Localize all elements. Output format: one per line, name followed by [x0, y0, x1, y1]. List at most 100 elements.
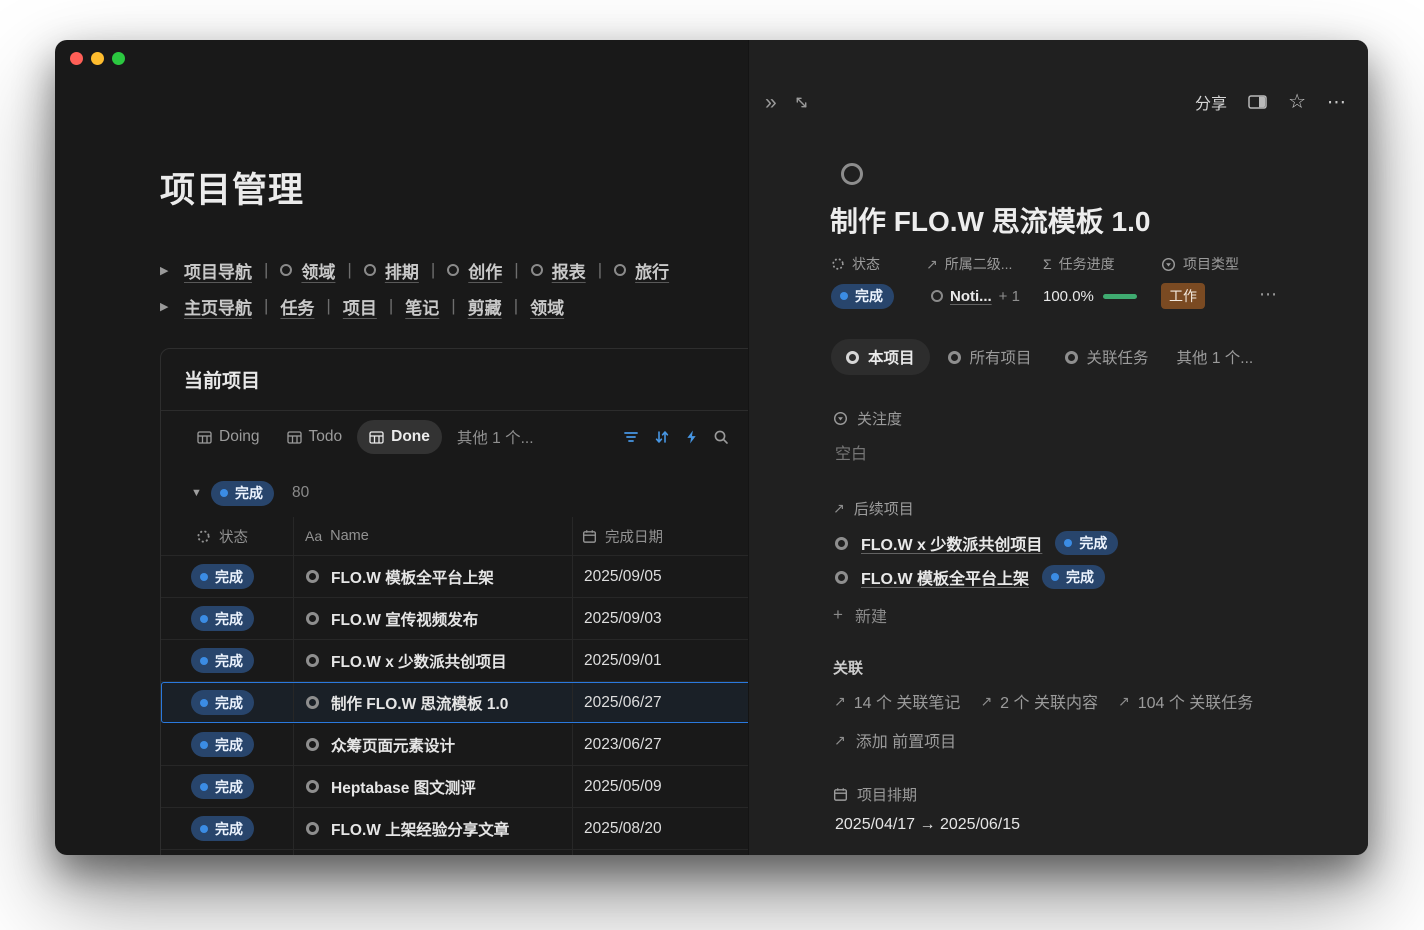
expand-toggle-icon[interactable]: ▶ [160, 300, 184, 313]
page-circle-icon [614, 264, 626, 276]
nav-link-domain[interactable]: 领域 [280, 258, 335, 283]
related-tasks-link[interactable]: ↗ 104 个 关联任务 [1118, 689, 1253, 713]
name-cell[interactable]: FLO.W 宣传视频发布 [294, 598, 573, 639]
followup-item: FLO.W 模板全平台上架 完成 [835, 565, 1105, 589]
status-cell[interactable]: 完成 [161, 724, 294, 765]
nav-link-notes[interactable]: 笔记 [405, 294, 439, 319]
nav-link-creation[interactable]: 创作 [447, 258, 502, 283]
page-circle-icon-large[interactable] [841, 163, 863, 185]
view-tab-doing[interactable]: Doing [185, 420, 272, 454]
column-header-status[interactable]: 状态 [161, 517, 294, 555]
property-value-status[interactable]: 完成 [831, 283, 894, 309]
status-badge: 完成 [1042, 565, 1105, 589]
expand-toggle-icon[interactable]: ▶ [160, 264, 184, 277]
add-predecessor-button[interactable]: ↗ 添加 前置项目 [834, 728, 956, 752]
property-value-progress[interactable]: 100.0% [1043, 283, 1137, 309]
search-icon[interactable] [713, 429, 729, 445]
status-dot [200, 699, 208, 707]
view-tab-done[interactable]: Done [357, 420, 442, 454]
database-title[interactable]: 当前项目 [184, 366, 260, 393]
group-status-badge[interactable]: 完成 [211, 481, 274, 506]
followup-page-link[interactable]: FLO.W 模板全平台上架 [861, 565, 1029, 589]
favorite-star-icon[interactable]: ☆ [1288, 92, 1306, 112]
property-label-focus[interactable]: 关注度 [833, 408, 902, 429]
nav-link-schedule[interactable]: 排期 [364, 258, 419, 283]
name-cell[interactable]: 制作 FLO.W 思流模板 1.0 [294, 682, 573, 723]
nav-link-project-nav[interactable]: 项目导航 [184, 258, 252, 283]
name-cell[interactable]: FLO.W 模板全平台上架 [294, 556, 573, 597]
tab-this-project[interactable]: 本项目 [831, 339, 930, 375]
zoom-button[interactable] [112, 52, 125, 65]
tabs-more[interactable]: 其他 1 个... [1167, 346, 1264, 368]
parent-page-link[interactable]: Noti... [950, 288, 992, 305]
page-circle-icon [948, 351, 961, 364]
related-notes-link[interactable]: ↗ 14 个 关联笔记 [834, 689, 960, 713]
close-peek-icon[interactable]: » [765, 92, 777, 113]
nav-link-clips[interactable]: 剪藏 [468, 294, 502, 319]
nav-link-report[interactable]: 报表 [531, 258, 586, 283]
status-cell[interactable]: 完成 [161, 808, 294, 849]
status-cell[interactable]: 完成 [161, 682, 294, 723]
filter-icon[interactable] [623, 429, 639, 445]
page-circle-icon [447, 264, 459, 276]
followup-page-link[interactable]: FLO.W x 少数派共创项目 [861, 531, 1042, 555]
name-cell[interactable]: 众筹页面元素设计 [294, 724, 573, 765]
collapse-toggle-icon[interactable]: ▼ [191, 487, 211, 499]
peek-page-title[interactable]: 制作 FLO.W 思流模板 1.0 [830, 200, 1150, 240]
nav-link-travel[interactable]: 旅行 [614, 258, 669, 283]
property-label-progress[interactable]: Σ 任务进度 [1043, 254, 1137, 274]
status-cell[interactable]: 完成 [161, 598, 294, 639]
name-cell[interactable]: FLO.W 上架经验分享文章 [294, 808, 573, 849]
property-value-parent[interactable]: Noti... + 1 [931, 283, 1020, 309]
new-followup-button[interactable]: + 新建 [833, 603, 887, 627]
property-label-followups[interactable]: ↗ 后续项目 [833, 498, 914, 519]
view-tab-todo[interactable]: Todo [275, 420, 355, 454]
property-status: 状态 完成 [831, 254, 894, 309]
app-window: 项目管理 ▶ 项目导航 | 领域 | 排期 | 创作 | 报表 | 旅行 ▶ 主… [55, 40, 1368, 855]
nav-separator: | [347, 260, 351, 280]
nav-link-tasks[interactable]: 任务 [280, 294, 314, 319]
property-label-type[interactable]: 项目类型 [1161, 254, 1239, 274]
page-circle-icon [306, 612, 319, 625]
status-dot [200, 783, 208, 791]
related-content-link[interactable]: ↗ 2 个 关联内容 [980, 689, 1098, 713]
close-button[interactable] [70, 52, 83, 65]
expand-page-icon[interactable] [794, 95, 809, 110]
nav-link-projects[interactable]: 项目 [343, 294, 377, 319]
extra-count: + 1 [999, 288, 1020, 305]
nav-separator: | [598, 260, 602, 280]
nav-link-domains[interactable]: 领域 [530, 294, 564, 319]
automation-bolt-icon[interactable] [685, 429, 698, 445]
status-cell[interactable]: 完成 [161, 640, 294, 681]
nav-row-home: ▶ 主页导航 | 任务 | 项目 | 笔记 | 剪藏 | 领域 [160, 288, 669, 324]
property-label-schedule[interactable]: 项目排期 [833, 784, 917, 805]
status-cell[interactable]: 完成 [161, 556, 294, 597]
property-value-schedule[interactable]: 2025/04/17 → 2025/06/15 [835, 816, 1020, 834]
name-cell[interactable]: FLO.W x 少数派共创项目 [294, 640, 573, 681]
view-tabs-more[interactable]: 其他 1 个... [445, 426, 546, 448]
tab-all-projects[interactable]: 所有项目 [933, 339, 1047, 375]
property-value-focus[interactable]: 空白 [835, 440, 867, 464]
more-properties-icon[interactable]: ⋯ [1259, 284, 1277, 305]
more-menu-icon[interactable]: ⋯ [1327, 93, 1346, 112]
page-peek-panel: » 分享 ☆ ⋯ 制作 FLO.W 思流模板 1.0 状态 [748, 40, 1368, 855]
column-header-name[interactable]: Aa Name [294, 517, 573, 555]
sort-icon[interactable] [654, 429, 670, 445]
property-value-type[interactable]: 工作 [1161, 283, 1239, 309]
select-property-icon [1161, 257, 1176, 272]
nav-link-home-nav[interactable]: 主页导航 [184, 294, 252, 319]
view-tab-label: Todo [309, 428, 343, 446]
page-title[interactable]: 项目管理 [160, 162, 304, 213]
name-cell[interactable]: Heptabase 图文测评 [294, 766, 573, 807]
nav-separator: | [514, 296, 518, 316]
property-label-parent[interactable]: ↗ 所属二级... [926, 254, 1020, 274]
minimize-button[interactable] [91, 52, 104, 65]
window-controls [70, 52, 125, 65]
page-circle-icon [280, 264, 292, 276]
status-cell[interactable]: 完成 [161, 766, 294, 807]
share-button[interactable]: 分享 [1195, 90, 1227, 114]
status-dot [200, 573, 208, 581]
property-label-status[interactable]: 状态 [831, 254, 894, 274]
tab-related-tasks[interactable]: 关联任务 [1050, 339, 1164, 375]
side-peek-layout-icon[interactable] [1248, 94, 1267, 110]
